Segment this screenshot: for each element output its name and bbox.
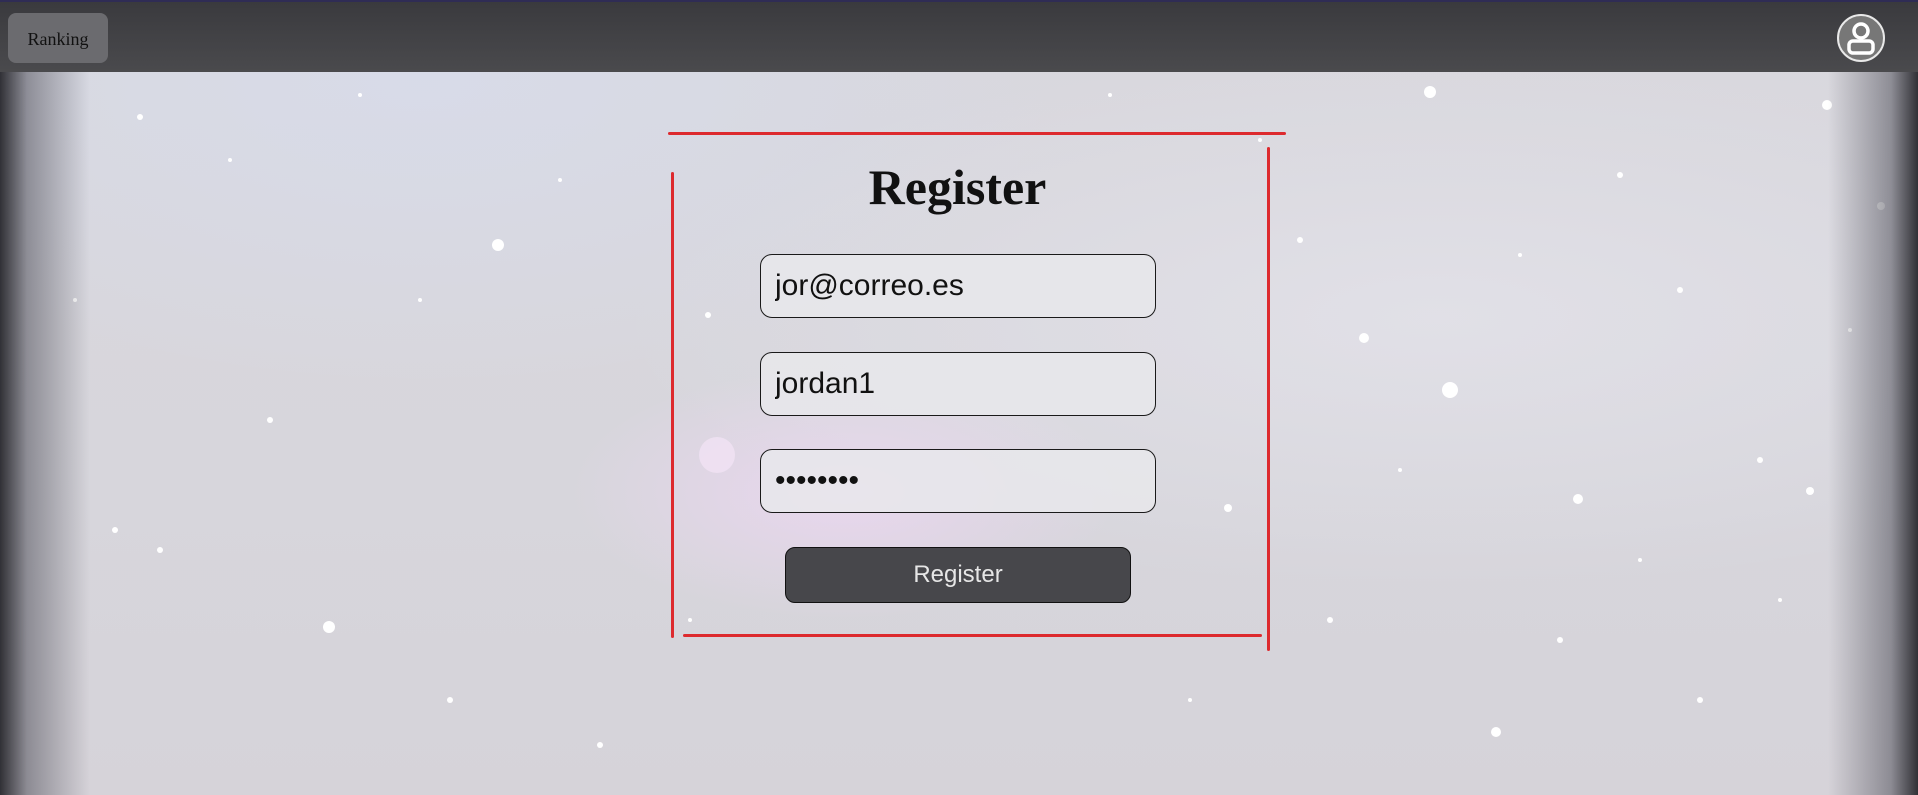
email-field[interactable] [760, 254, 1156, 318]
left-vignette [0, 0, 90, 795]
register-title: Register [868, 159, 1047, 215]
username-field[interactable] [760, 352, 1156, 416]
top-navigation-bar: Ranking [0, 0, 1918, 72]
frame-bottom-line [683, 634, 1262, 637]
frame-right-line [1267, 147, 1270, 651]
password-field[interactable] [760, 449, 1156, 513]
profile-button[interactable] [1837, 14, 1885, 62]
frame-left-line [671, 172, 674, 638]
register-submit-button[interactable]: Register [785, 547, 1131, 603]
frame-top-line [668, 132, 1286, 135]
right-vignette [1828, 0, 1918, 795]
user-icon [1847, 22, 1875, 55]
ranking-button[interactable]: Ranking [8, 13, 108, 63]
